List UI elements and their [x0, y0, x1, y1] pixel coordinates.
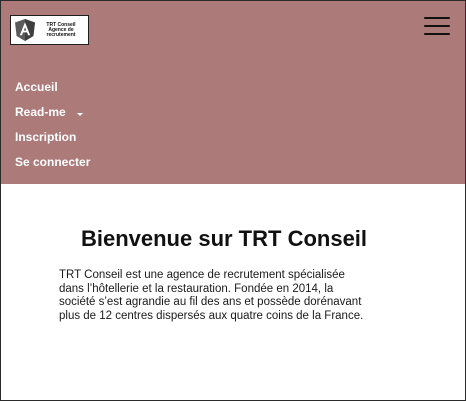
nav-item-read-me: Read-me [15, 105, 90, 130]
intro-line: dans l’hôtellerie et la restauration. Fo… [59, 282, 334, 295]
nav-item-accueil: Accueil [15, 80, 90, 105]
page-title: Bienvenue sur TRT Conseil [80, 226, 368, 251]
nav-link-read-me[interactable]: Read-me [15, 105, 66, 119]
intro-line: société s’est agrandie au fil des ans et… [59, 296, 362, 309]
angular-shield-icon [14, 18, 36, 42]
intro-paragraph: TRT Conseil est une agence de recrutemen… [59, 269, 409, 323]
burger-line [424, 33, 450, 35]
intro-line: TRT Conseil est une agence de recrutemen… [59, 269, 345, 281]
caret-down-icon[interactable] [76, 113, 83, 116]
nav-link-accueil[interactable]: Accueil [15, 80, 58, 94]
main-nav: Accueil Read-me Inscription Se connecter [15, 80, 90, 180]
logo-line-3: recrutement [46, 31, 76, 38]
hamburger-menu-icon[interactable] [424, 17, 450, 35]
site-header: TRT Conseil Agence de recrutement Accuei… [1, 1, 465, 184]
burger-line [424, 17, 450, 19]
intro-line: plus de 12 centres dispersés aux quatre … [59, 309, 364, 322]
app-window: TRT Conseil Agence de recrutement Accuei… [0, 0, 466, 401]
nav-item-inscription: Inscription [15, 130, 90, 155]
burger-line [424, 25, 450, 27]
nav-link-inscription[interactable]: Inscription [15, 130, 76, 144]
nav-link-se-connecter[interactable]: Se connecter [15, 155, 90, 169]
site-logo[interactable]: TRT Conseil Agence de recrutement [10, 15, 89, 45]
nav-item-se-connecter: Se connecter [15, 155, 90, 180]
logo-text: TRT Conseil Agence de recrutement [36, 22, 88, 38]
